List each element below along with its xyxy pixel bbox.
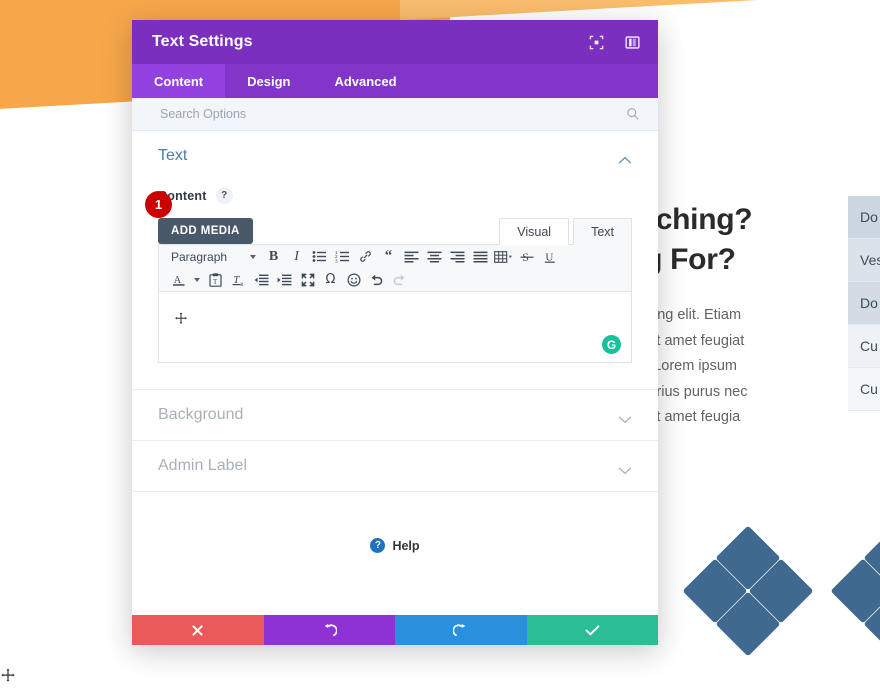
discard-button[interactable] xyxy=(132,615,264,645)
align-center-icon[interactable] xyxy=(423,246,446,267)
section-header-background[interactable]: Background xyxy=(132,390,658,440)
special-character-icon[interactable]: Ω xyxy=(319,269,342,290)
section-header-text[interactable]: Text xyxy=(132,131,658,181)
tab-design[interactable]: Design xyxy=(225,64,312,98)
panel-layout-icon[interactable] xyxy=(624,34,640,50)
orange-banner-accent-shape xyxy=(400,0,880,20)
section-title: Background xyxy=(158,406,244,423)
chevron-down-icon xyxy=(250,254,257,259)
bulleted-list-icon[interactable] xyxy=(308,246,331,267)
search-input[interactable] xyxy=(158,106,626,122)
editor-box: Paragraph B I 123 “ S U A T T x Ω G xyxy=(158,244,632,363)
focus-mode-icon[interactable] xyxy=(588,34,604,50)
tab-advanced[interactable]: Advanced xyxy=(312,64,418,98)
outdent-icon[interactable] xyxy=(250,269,273,290)
redo-icon[interactable] xyxy=(388,269,411,290)
modal-footer xyxy=(132,615,658,645)
table-icon[interactable] xyxy=(492,246,515,267)
diamond-cluster-icon xyxy=(682,525,814,657)
align-right-icon[interactable] xyxy=(446,246,469,267)
list-item[interactable]: Ves xyxy=(848,239,880,282)
chevron-down-icon[interactable] xyxy=(190,269,204,290)
chevron-up-icon xyxy=(618,152,632,163)
modal-titlebar: Text Settings xyxy=(132,20,658,64)
underline-icon[interactable]: U xyxy=(538,246,561,267)
editor-top-bar: ADD MEDIA Visual Text xyxy=(158,214,632,245)
grammarly-icon[interactable]: G xyxy=(602,335,621,354)
text-color-icon[interactable]: A xyxy=(167,269,190,290)
add-media-button[interactable]: ADD MEDIA xyxy=(158,218,253,244)
section-title: Text xyxy=(158,147,188,164)
list-item[interactable]: Do xyxy=(848,196,880,239)
link-icon[interactable] xyxy=(354,246,377,267)
italic-icon[interactable]: I xyxy=(285,246,308,267)
content-editor: ADD MEDIA Visual Text Paragraph B I 1 2 … xyxy=(145,191,632,363)
align-left-icon[interactable] xyxy=(400,246,423,267)
clear-formatting-icon[interactable]: T x xyxy=(227,269,250,290)
section-title: Admin Label xyxy=(158,457,247,474)
save-button[interactable] xyxy=(526,615,658,645)
list-item[interactable]: Cu xyxy=(848,325,880,368)
diamond-cluster-icon xyxy=(830,525,880,657)
align-justify-icon[interactable] xyxy=(469,246,492,267)
list-item[interactable]: Do xyxy=(848,282,880,325)
page-accordion-list: Do Ves Do Cu Cu xyxy=(848,196,880,411)
undo-button[interactable] xyxy=(263,615,395,645)
svg-text:x: x xyxy=(240,281,243,286)
tab-text[interactable]: Text xyxy=(573,218,632,245)
modal-body: Text Content ? ADD MEDIA Visual Text Par… xyxy=(132,131,658,615)
search-options-bar xyxy=(132,98,658,131)
titlebar-icon-group xyxy=(588,34,640,50)
list-item[interactable]: Cu xyxy=(848,368,880,411)
tab-content[interactable]: Content xyxy=(132,64,226,98)
section-header-admin-label[interactable]: Admin Label xyxy=(132,441,658,491)
bold-icon[interactable]: B xyxy=(262,246,285,267)
chevron-down-icon xyxy=(618,411,632,423)
help-icon: ? xyxy=(370,538,386,553)
help-link[interactable]: ? Help xyxy=(132,538,658,553)
blockquote-icon[interactable]: “ xyxy=(377,246,400,267)
fullscreen-icon[interactable] xyxy=(296,269,319,290)
editor-text-area[interactable]: G xyxy=(159,292,631,362)
emoji-icon[interactable] xyxy=(342,269,365,290)
format-select[interactable]: Paragraph xyxy=(167,246,262,267)
editor-toolbar-row-2: A T T x Ω xyxy=(159,268,631,292)
indent-icon[interactable] xyxy=(273,269,296,290)
content-field-label-row: Content ? xyxy=(132,187,658,204)
editor-view-tabs: Visual Text xyxy=(499,217,632,245)
numbered-list-icon[interactable]: 123 xyxy=(331,246,354,267)
chevron-down-icon xyxy=(618,462,632,474)
svg-text:T: T xyxy=(213,278,218,286)
annotation-badge-1: 1 xyxy=(145,191,172,218)
modal-tab-bar: Content Design Advanced xyxy=(132,64,658,98)
move-cursor-icon xyxy=(0,667,16,684)
svg-text:3: 3 xyxy=(335,258,338,263)
tab-visual[interactable]: Visual xyxy=(499,218,570,245)
format-select-label: Paragraph xyxy=(171,249,228,264)
divider xyxy=(132,491,658,492)
help-tooltip-icon[interactable]: ? xyxy=(215,187,233,204)
undo-icon[interactable] xyxy=(365,269,388,290)
page-title: Text Settings xyxy=(152,33,253,50)
paste-as-text-icon[interactable]: T xyxy=(204,269,227,290)
move-cursor-icon xyxy=(174,311,188,326)
editor-toolbar-row-1: Paragraph B I 123 “ S U xyxy=(159,245,631,268)
text-settings-modal: Text Settings Content Design Advanced Se… xyxy=(132,20,658,645)
redo-button[interactable] xyxy=(395,615,527,645)
search-icon[interactable] xyxy=(626,107,640,121)
strikethrough-icon[interactable]: S xyxy=(515,246,538,267)
help-label: Help xyxy=(392,538,420,553)
